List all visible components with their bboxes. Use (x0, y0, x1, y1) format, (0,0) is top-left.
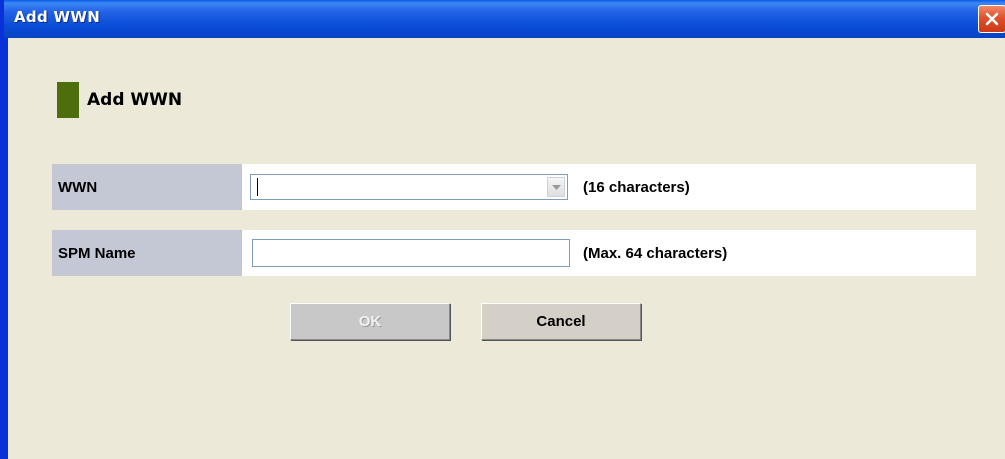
section-heading: Add WWN (57, 82, 182, 118)
cancel-button[interactable]: Cancel (481, 303, 641, 340)
add-wwn-dialog: Add WWN Add WWN WWN (16 characters) SPM … (0, 0, 1005, 459)
chevron-down-icon (551, 178, 561, 196)
ok-button[interactable]: OK (290, 303, 450, 340)
wwn-combobox[interactable] (250, 174, 568, 200)
title-bar[interactable]: Add WWN (4, 0, 1005, 38)
window-title: Add WWN (14, 8, 101, 26)
window-left-border (4, 38, 8, 459)
spm-name-input[interactable] (252, 239, 570, 267)
heading-marker (57, 82, 79, 118)
close-icon (984, 11, 1000, 27)
wwn-row: WWN (16 characters) (52, 164, 976, 210)
text-caret (257, 178, 258, 196)
spm-name-hint: (Max. 64 characters) (583, 244, 728, 262)
wwn-dropdown-button[interactable] (547, 177, 565, 197)
wwn-label: WWN (52, 164, 242, 210)
spm-name-label: SPM Name (52, 230, 242, 276)
close-button[interactable] (978, 5, 1005, 33)
heading-title: Add WWN (87, 90, 183, 110)
spm-name-row: SPM Name (Max. 64 characters) (52, 230, 976, 276)
wwn-hint: (16 characters) (583, 178, 690, 196)
